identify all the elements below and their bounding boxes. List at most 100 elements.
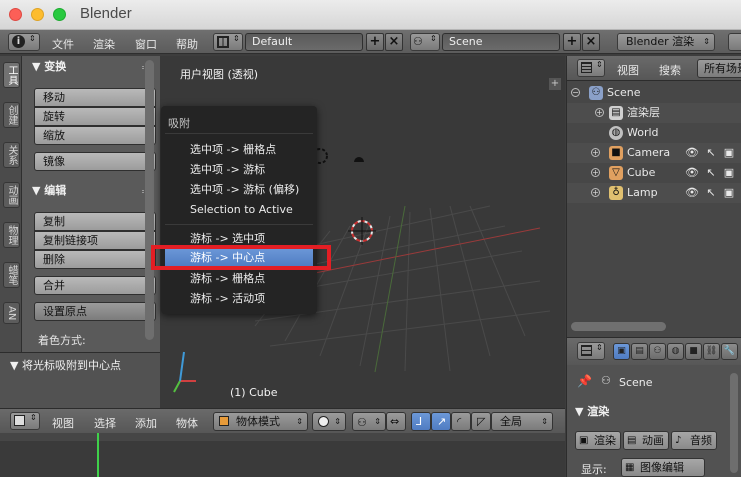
screen-layout-browse[interactable]: ⇕ xyxy=(213,33,243,51)
render-camera-icon[interactable]: ▣ xyxy=(723,186,735,200)
select-cursor-icon[interactable]: ↖ xyxy=(705,166,717,180)
pin-icon[interactable]: 📌 xyxy=(577,374,592,388)
menu-add[interactable]: 添加 xyxy=(135,415,157,431)
scene-browse[interactable]: ⚇ ⇕ xyxy=(410,33,440,51)
expand-toggle-icon[interactable]: + xyxy=(591,168,600,177)
set-origin-dropdown[interactable]: 设置原点 ⇕ xyxy=(34,302,156,321)
scene-field[interactable]: Scene xyxy=(442,33,560,51)
delete-screen-button[interactable]: × xyxy=(385,33,403,51)
scale-handle-toggle[interactable]: ◸ xyxy=(471,412,491,431)
expand-toggle-icon[interactable]: + xyxy=(591,188,600,197)
join-button[interactable]: 合并 xyxy=(34,276,156,295)
display-mode-dropdown[interactable]: ▦ 图像编辑 xyxy=(621,458,705,477)
render-camera-icon[interactable]: ▣ xyxy=(723,146,735,160)
tab-relations[interactable]: 关系 xyxy=(3,142,20,168)
tab-animation[interactable]: 动画 xyxy=(3,182,20,208)
outliner-horizontal-scrollbar[interactable] xyxy=(566,318,741,336)
tab-physics[interactable]: 物理 xyxy=(3,222,20,248)
add-screen-button[interactable]: + xyxy=(366,33,384,51)
outliner-display-dropdown[interactable]: 所有场景 xyxy=(697,59,741,78)
expand-toggle-icon[interactable]: + xyxy=(595,108,604,117)
outliner-editor-type-button[interactable]: ⇕ xyxy=(577,59,605,77)
render-audio-button[interactable]: ♪ 音频 xyxy=(671,431,717,450)
snap-selection-to-cursor[interactable]: 选中项 -> 游标 xyxy=(165,160,313,179)
current-frame-indicator[interactable] xyxy=(97,433,99,477)
menu-help[interactable]: 帮助 xyxy=(176,36,198,52)
tab-create[interactable]: 创建 xyxy=(3,102,20,128)
menu-object[interactable]: 物体 xyxy=(176,415,198,431)
info-stats-button[interactable] xyxy=(728,33,741,51)
modifiers-tab-icon[interactable]: 🔧 xyxy=(721,343,738,360)
transform-panel-header[interactable]: ▼ 变换 xyxy=(26,58,154,76)
viewport-properties-toggle-icon[interactable]: + xyxy=(549,78,561,90)
editor-type-button[interactable]: i ⇕ xyxy=(8,33,40,51)
viewport-shading-dropdown[interactable]: ⇕ xyxy=(312,412,346,431)
outliner-menu-view[interactable]: 视图 xyxy=(617,62,639,78)
add-scene-button[interactable]: + xyxy=(563,33,581,51)
scrollbar-thumb[interactable] xyxy=(571,322,666,331)
minimize-window-button[interactable] xyxy=(31,8,44,21)
outliner-row-world[interactable]: ◍ World xyxy=(567,123,741,143)
last-operator-header[interactable]: ▼ 将光标吸附到中心点 xyxy=(10,357,121,373)
visibility-eye-icon[interactable]: 👁 xyxy=(685,186,699,200)
snap-selection-to-cursor-offset[interactable]: 选中项 -> 游标 (偏移) xyxy=(165,180,313,199)
close-window-button[interactable] xyxy=(9,8,22,21)
select-cursor-icon[interactable]: ↖ xyxy=(705,146,717,160)
tab-grease-pencil[interactable]: 蜡笔 xyxy=(3,262,20,288)
delete-button[interactable]: 删除 xyxy=(34,250,156,269)
outliner-row-scene[interactable]: − ⚇ Scene xyxy=(567,83,741,103)
visibility-eye-icon[interactable]: 👁 xyxy=(685,146,699,160)
properties-editor-type-button[interactable]: ⇕ xyxy=(577,342,605,360)
duplicate-linked-button[interactable]: 复制链接项 xyxy=(34,231,156,250)
menu-window[interactable]: 窗口 xyxy=(135,36,157,52)
tab-an[interactable]: AN xyxy=(3,302,20,324)
world-tab-icon[interactable]: ◍ xyxy=(667,343,684,360)
toolshelf-scrollbar[interactable] xyxy=(145,60,154,340)
menu-select[interactable]: 选择 xyxy=(94,415,116,431)
outliner-menu-search[interactable]: 搜索 xyxy=(659,62,681,78)
object-tab-icon[interactable]: ■ xyxy=(685,343,702,360)
render-image-button[interactable]: ▣ 渲染 xyxy=(575,431,621,450)
select-cursor-icon[interactable]: ↖ xyxy=(705,186,717,200)
edit-panel-header[interactable]: ▼ 编辑 xyxy=(26,182,154,200)
render-layer-tab-icon[interactable]: ▤ xyxy=(631,343,648,360)
manipulator-toggle[interactable]: ⇔ xyxy=(386,412,406,431)
constraints-tab-icon[interactable]: ⛓ xyxy=(703,343,720,360)
outliner-row-lamp[interactable]: + ♁ Lamp 👁 ↖ ▣ xyxy=(567,183,741,203)
interaction-mode-dropdown[interactable]: 物体模式 ⇕ xyxy=(213,412,308,431)
render-camera-icon[interactable]: ▣ xyxy=(723,166,735,180)
scale-manipulator-toggle[interactable]: ◜ xyxy=(451,412,471,431)
outliner-row-render-layers[interactable]: + ▤ 渲染层 xyxy=(567,103,741,123)
viewport-editor-type-button[interactable]: ⇕ xyxy=(10,412,40,430)
mirror-button[interactable]: 镜像 xyxy=(34,152,156,171)
translate-manipulator-toggle[interactable]: ⅃ xyxy=(411,412,431,431)
scale-button[interactable]: 缩放 xyxy=(34,126,156,145)
delete-scene-button[interactable]: × xyxy=(582,33,600,51)
transform-orientation-dropdown[interactable]: 全局 ⇕ xyxy=(491,412,553,431)
zoom-window-button[interactable] xyxy=(53,8,66,21)
move-button[interactable]: 移动 xyxy=(34,88,156,107)
snap-cursor-to-active[interactable]: 游标 -> 活动项 xyxy=(165,289,313,308)
snap-selection-to-active[interactable]: Selection to Active xyxy=(165,200,313,219)
menu-render[interactable]: 渲染 xyxy=(93,36,115,52)
rotate-manipulator-toggle[interactable]: ↗ xyxy=(431,412,451,431)
timeline[interactable] xyxy=(0,433,565,477)
menu-file[interactable]: 文件 xyxy=(52,36,74,52)
screen-layout-field[interactable]: Default xyxy=(245,33,363,51)
outliner-row-camera[interactable]: + ■ Camera 👁 ↖ ▣ xyxy=(567,143,741,163)
expand-toggle-icon[interactable]: − xyxy=(571,88,580,97)
pivot-point-dropdown[interactable]: ⚇ ⇕ xyxy=(352,412,386,431)
scene-tab-icon[interactable]: ⚇ xyxy=(649,343,666,360)
render-panel-header[interactable]: ▼ 渲染 xyxy=(575,403,609,419)
expand-toggle-icon[interactable]: + xyxy=(591,148,600,157)
render-animation-button[interactable]: ▤ 动画 xyxy=(623,431,669,450)
render-engine-dropdown[interactable]: Blender 渲染 ⇕ xyxy=(617,33,715,51)
menu-view[interactable]: 视图 xyxy=(52,415,74,431)
duplicate-button[interactable]: 复制 xyxy=(34,212,156,231)
outliner-row-cube[interactable]: + ▽ Cube 👁 ↖ ▣ xyxy=(567,163,741,183)
snap-cursor-to-grid[interactable]: 游标 -> 栅格点 xyxy=(165,269,313,288)
render-tab-icon[interactable]: ▣ xyxy=(613,343,630,360)
rotate-button[interactable]: 旋转 xyxy=(34,107,156,126)
properties-scrollbar[interactable] xyxy=(730,373,738,473)
visibility-eye-icon[interactable]: 👁 xyxy=(685,166,699,180)
